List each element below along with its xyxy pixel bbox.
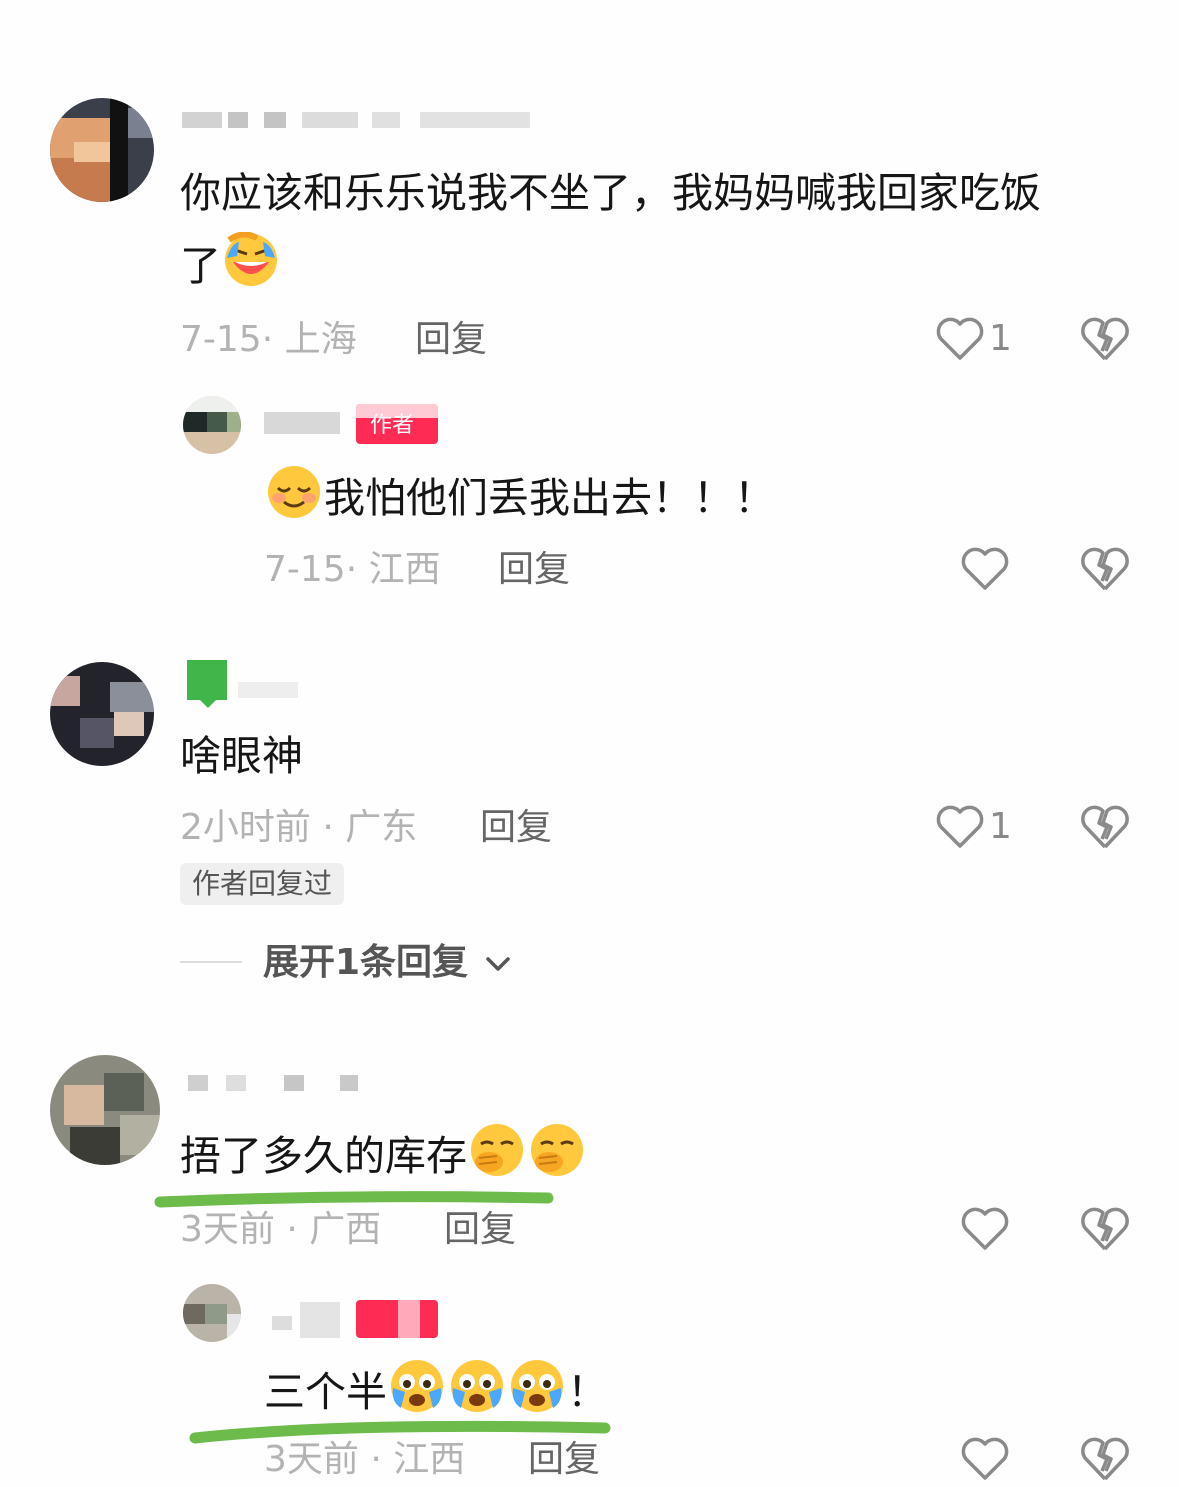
like-count: 1 [989,318,1012,359]
heart-icon [961,1437,1009,1480]
dislike-button[interactable] [1080,1435,1130,1483]
avatar[interactable] [183,396,241,454]
avatar[interactable] [50,98,154,202]
broken-heart-icon [1081,317,1129,361]
dislike-button[interactable] [1080,545,1130,593]
comment-meta: 7-15· 上海 [180,319,357,360]
comment-text-line2: 了 [180,230,281,302]
dislike-button[interactable] [1080,315,1130,363]
comment-text: 啥眼神 [180,732,303,780]
rofl-emoji [223,232,279,288]
divider [180,961,242,963]
reply-button[interactable]: 回复 [498,548,570,592]
crying-joy-emoji [449,1358,505,1414]
broken-heart-icon [1081,1437,1129,1481]
like-button[interactable] [960,1435,1010,1483]
author-replied-badge: 作者回复过 [180,863,345,905]
dislike-button[interactable] [1080,803,1130,851]
expand-replies-button[interactable]: 展开1条回复 [263,940,511,986]
reply-button[interactable]: 回复 [480,806,552,850]
like-button[interactable] [960,1205,1010,1253]
comment-meta: 2小时前 · 广东 [180,807,418,848]
dislike-button[interactable] [1080,1205,1130,1253]
chevron-down-icon [485,957,510,971]
crying-joy-emoji [509,1358,565,1414]
reply-button[interactable]: 回复 [528,1438,600,1482]
reply-meta: 3天前 · 江西 [264,1439,466,1480]
comment-text-line1: 你应该和乐乐说我不坐了，我妈妈喊我回家吃饭 [180,169,1041,217]
author-tag [356,1300,438,1338]
avatar[interactable] [50,662,154,766]
broken-heart-icon [1081,547,1129,591]
reply-text: 我怕他们丢我出去！！！ [264,462,775,534]
crying-joy-emoji [389,1358,445,1414]
heart-icon [936,805,984,848]
reply-button[interactable]: 回复 [444,1208,516,1252]
user-badge [187,660,227,700]
like-button[interactable]: 1 [935,315,1012,363]
reply-button[interactable]: 回复 [415,318,487,362]
heart-icon [961,1207,1009,1250]
author-tag: 作者 [356,404,438,444]
like-button[interactable] [960,545,1010,593]
like-count: 1 [989,806,1012,847]
smiling-eyes-emoji [266,464,322,520]
comment-meta: 3天前 · 广西 [180,1209,382,1250]
avatar[interactable] [183,1284,241,1342]
avatar[interactable] [50,1055,160,1165]
broken-heart-icon [1081,805,1129,849]
heart-icon [936,317,984,360]
like-button[interactable]: 1 [935,803,1012,851]
hand-over-mouth-emoji [469,1122,525,1178]
heart-icon [961,547,1009,590]
hand-over-mouth-emoji [529,1122,585,1178]
broken-heart-icon [1081,1207,1129,1251]
reply-meta: 7-15· 江西 [264,549,441,590]
